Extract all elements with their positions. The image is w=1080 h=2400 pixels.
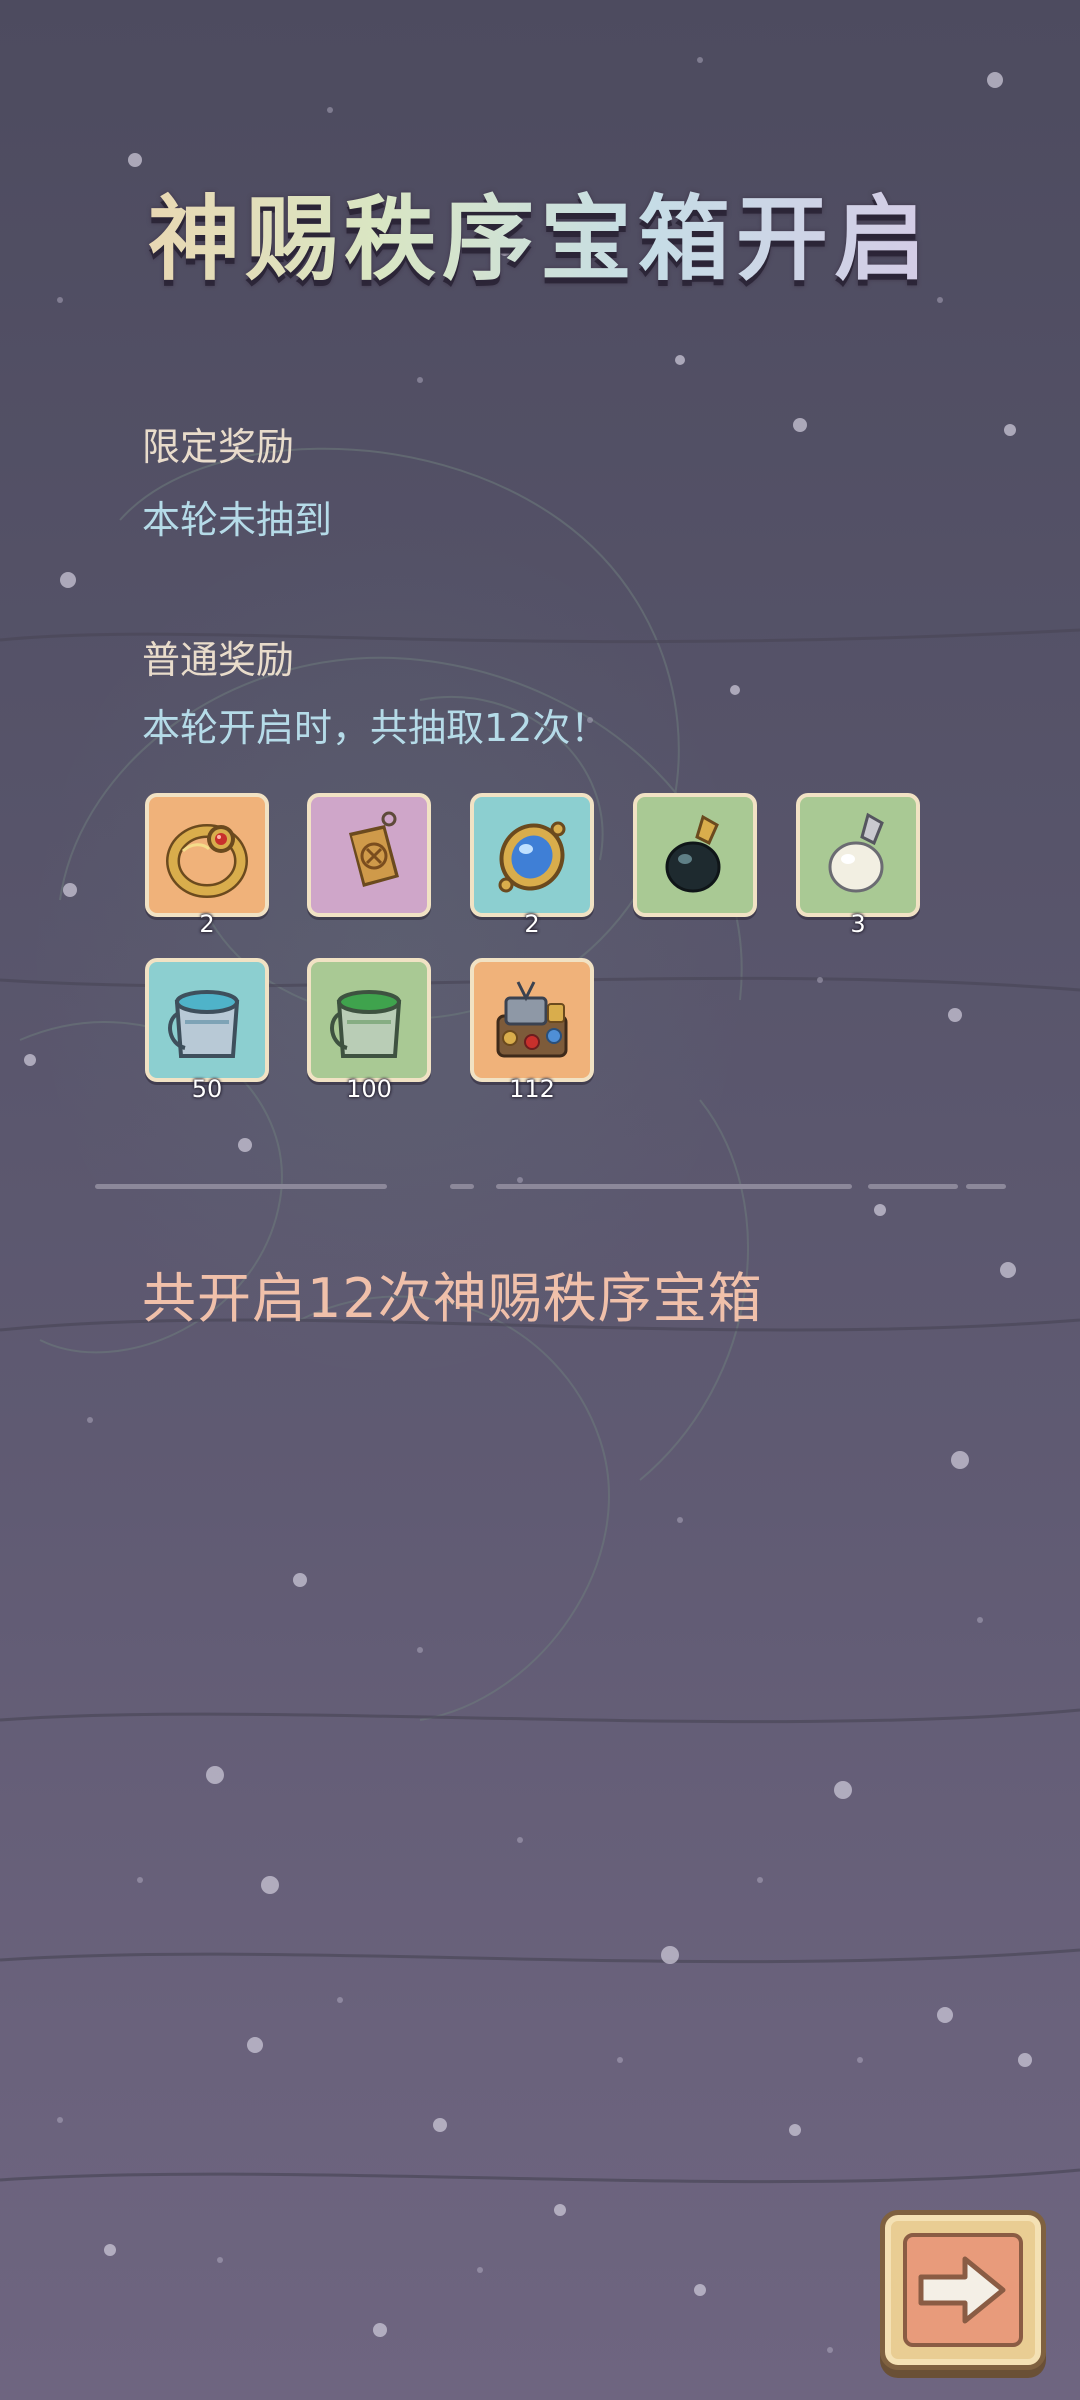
- normal-reward-heading: 普通奖励: [142, 638, 295, 682]
- reward-item[interactable]: [633, 793, 757, 917]
- reward-count: 50: [191, 1075, 223, 1103]
- reward-count: 2: [199, 910, 215, 938]
- reward-count: 112: [509, 1075, 555, 1103]
- reward-count: 3: [850, 910, 866, 938]
- amulet-tag-icon: [349, 811, 399, 887]
- next-button[interactable]: [880, 2210, 1046, 2370]
- limited-reward-status: 本轮未抽到: [142, 498, 333, 542]
- divider: [868, 1184, 958, 1189]
- green-paint-bucket-icon: [330, 990, 402, 1058]
- treasure-pile-icon: [496, 981, 568, 1058]
- blue-paint-bucket-icon: [168, 990, 240, 1058]
- limited-reward-heading: 限定奖励: [142, 425, 295, 469]
- reward-item[interactable]: 2: [470, 793, 594, 938]
- divider: [496, 1184, 852, 1189]
- starry-background: [0, 57, 1080, 2353]
- black-pearl-pendant-icon: [665, 814, 721, 893]
- divider: [450, 1184, 474, 1189]
- normal-reward-status: 本轮开启时，共抽取12次！: [142, 706, 609, 750]
- reward-item[interactable]: 100: [307, 958, 431, 1103]
- arrow-right-icon: [918, 2256, 1006, 2324]
- divider: [95, 1184, 387, 1189]
- summary-text: 共开启12次神赐秩序宝箱: [142, 1267, 763, 1330]
- divider: [966, 1184, 1006, 1189]
- reward-item[interactable]: [307, 793, 431, 917]
- reward-item[interactable]: 3: [796, 793, 920, 938]
- sapphire-brooch-icon: [498, 821, 566, 893]
- reward-count: 2: [524, 910, 540, 938]
- reward-item[interactable]: 112: [470, 958, 594, 1103]
- reward-item[interactable]: 50: [145, 958, 269, 1103]
- page-title: 神赐秩序宝箱开启: [0, 180, 1080, 300]
- next-button-face: [903, 2233, 1023, 2347]
- game-screen: 神赐秩序宝箱开启 限定奖励 本轮未抽到 普通奖励 本轮开启时，共抽取12次！ 2: [0, 0, 1080, 2400]
- reward-item[interactable]: 2: [145, 793, 269, 938]
- ruby-ring-icon: [166, 824, 248, 898]
- white-pearl-pendant-icon: [828, 812, 884, 893]
- reward-count: 100: [346, 1075, 392, 1103]
